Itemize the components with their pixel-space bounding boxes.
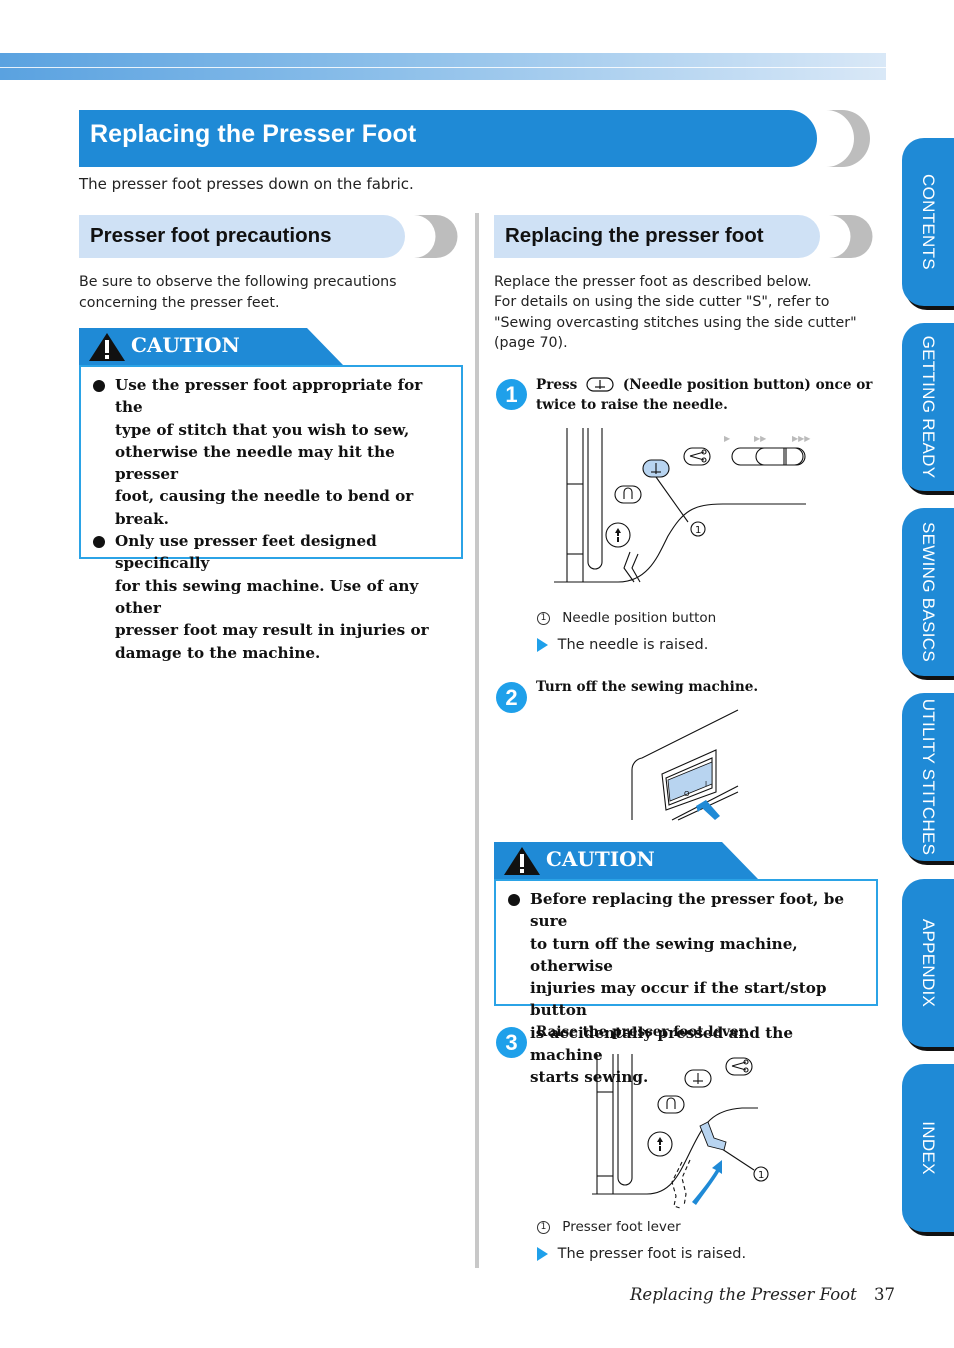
section-title-cap xyxy=(826,110,870,167)
left-intro-paragraph: Be sure to observe the following precaut… xyxy=(79,272,397,313)
footer-title: Replacing the Presser Foot xyxy=(630,1285,857,1304)
caution-item: Use the presser foot appropriate for the… xyxy=(93,374,451,530)
tab-sewing-basics[interactable]: SEWING BASICS xyxy=(902,508,954,676)
caution-box: Use the presser foot appropriate for the… xyxy=(79,365,463,662)
step-3-instruction: Raise the presser foot lever. xyxy=(536,1024,750,1040)
switch-on-label: I xyxy=(705,780,707,788)
needle-position-button-icon xyxy=(586,377,614,392)
right-intro-paragraph: Replace the presser foot as described be… xyxy=(494,272,857,353)
presser-foot-lever-illustration: 1 xyxy=(592,1054,769,1209)
step-2-instruction: Turn off the sewing machine. xyxy=(536,679,759,695)
legend-text: Presser foot lever xyxy=(562,1219,681,1235)
tab-contents[interactable]: CONTENTS xyxy=(902,138,954,306)
left-heading: Presser foot precautions xyxy=(90,224,332,247)
tab-utility-stitches[interactable]: UTILITY STITCHES xyxy=(902,693,954,861)
result-arrow-icon xyxy=(537,1247,548,1261)
text-line: Use the presser foot appropriate for the xyxy=(115,376,423,417)
legend-presser-foot-lever: 1 Presser foot lever xyxy=(537,1219,681,1235)
right-heading-cap xyxy=(829,215,873,258)
text-line: otherwise the needle may hit the presser xyxy=(115,442,395,484)
text-line: (page 70). xyxy=(494,334,568,351)
thread-cutter-button xyxy=(725,1057,753,1076)
text-line: concerning the presser feet. xyxy=(79,294,280,311)
step-1-text-b: (Needle position button) once or xyxy=(622,377,873,393)
legend-text: Needle position button xyxy=(562,610,717,626)
power-switch-illustration: O I xyxy=(631,709,739,821)
text-line: Be sure to observe the following precaut… xyxy=(79,274,397,290)
reverse-stitch-button xyxy=(657,1095,685,1114)
text-line: Replace the presser foot as described be… xyxy=(494,274,812,290)
thread-cutter-button xyxy=(683,447,711,466)
step-number-3: 3 xyxy=(496,1027,527,1058)
raise-arrow-icon xyxy=(692,1160,722,1205)
tab-label: INDEX xyxy=(919,1121,938,1175)
bullet-icon xyxy=(508,894,520,906)
text-line: injuries may occur if the start/stop but… xyxy=(530,979,827,1020)
tab-label: GETTING READY xyxy=(919,335,938,479)
callout-label: 1 xyxy=(758,1170,764,1181)
warning-triangle-icon xyxy=(504,847,540,875)
bullet-icon xyxy=(93,380,105,392)
caution-item: Only use presser feet designed specifica… xyxy=(93,530,451,664)
page-number: 37 xyxy=(873,1285,895,1304)
legend-number: 1 xyxy=(537,1220,550,1234)
text-line: "Sewing overcasting stitches using the s… xyxy=(494,314,857,331)
caution-box: Before replacing the presser foot, be su… xyxy=(494,879,878,1086)
text-line: Before replacing the presser foot, be su… xyxy=(530,890,844,931)
intro-text: The presser foot presses down on the fab… xyxy=(79,175,414,193)
needle-position-illustration: ▶ ▶▶ ▶▶▶ 1 xyxy=(554,428,811,583)
header-band-line xyxy=(0,67,886,68)
text-line: type of stitch that you wish to sew, xyxy=(115,420,410,439)
bullet-icon xyxy=(93,536,105,549)
callout-line xyxy=(655,476,689,523)
speed-indicator: ▶ ▶▶ ▶▶▶ xyxy=(724,434,811,443)
text-line: foot, causing the needle to bend or brea… xyxy=(115,487,414,528)
text-line: damage to the machine. xyxy=(115,643,321,662)
tab-label: SEWING BASICS xyxy=(919,522,938,662)
step-1-text-a: Press xyxy=(536,377,578,393)
step-number-1: 1 xyxy=(496,379,527,410)
tab-index[interactable]: INDEX xyxy=(902,1064,954,1232)
callout-line xyxy=(721,1148,755,1171)
result-arrow-icon xyxy=(537,638,548,652)
result-text: The presser foot is raised. xyxy=(557,1246,747,1262)
speed-mark-mid: ▶▶ xyxy=(754,434,767,443)
caution-label: CAUTION xyxy=(546,847,655,871)
tab-label: APPENDIX xyxy=(919,918,938,1008)
callout-label: 1 xyxy=(695,525,701,536)
result-presser-foot-raised: The presser foot is raised. xyxy=(537,1246,746,1262)
result-text: The needle is raised. xyxy=(557,637,709,653)
text-line: for this sewing machine. Use of any othe… xyxy=(115,576,419,617)
presser-foot-lever xyxy=(699,1121,727,1151)
tab-getting-ready[interactable]: GETTING READY xyxy=(902,323,954,491)
legend-needle-position: 1 Needle position button xyxy=(537,610,716,626)
left-heading-cap xyxy=(414,215,458,258)
tab-label: CONTENTS xyxy=(919,174,938,270)
warning-triangle-icon xyxy=(89,333,125,361)
speed-mark-high: ▶▶▶ xyxy=(792,434,811,443)
caution-label: CAUTION xyxy=(131,333,240,357)
press-arrow-icon xyxy=(696,800,720,820)
speed-slider xyxy=(731,447,806,466)
text-line: For details on using the side cutter "S"… xyxy=(494,294,830,311)
legend-number: 1 xyxy=(537,611,550,625)
text-line: presser foot may result in injuries or xyxy=(115,621,429,640)
step-1-instruction: Press (Needle position button) once or t… xyxy=(536,375,872,415)
tab-appendix[interactable]: APPENDIX xyxy=(902,879,954,1047)
text-line: to turn off the sewing machine, otherwis… xyxy=(530,934,798,975)
page-title: Replacing the Presser Foot xyxy=(90,120,417,148)
text-line: Only use presser feet designed specifica… xyxy=(115,532,377,573)
step-number-2: 2 xyxy=(496,682,527,713)
page-footer: Replacing the Presser Foot 37 xyxy=(630,1285,895,1304)
column-divider xyxy=(475,213,479,1268)
result-needle-raised: The needle is raised. xyxy=(537,637,708,653)
switch-off-label: O xyxy=(684,790,690,798)
right-heading: Replacing the presser foot xyxy=(505,224,764,247)
speed-mark-low: ▶ xyxy=(724,434,731,443)
tab-label: UTILITY STITCHES xyxy=(919,698,938,856)
step-1-text-c: twice to raise the needle. xyxy=(536,397,728,413)
